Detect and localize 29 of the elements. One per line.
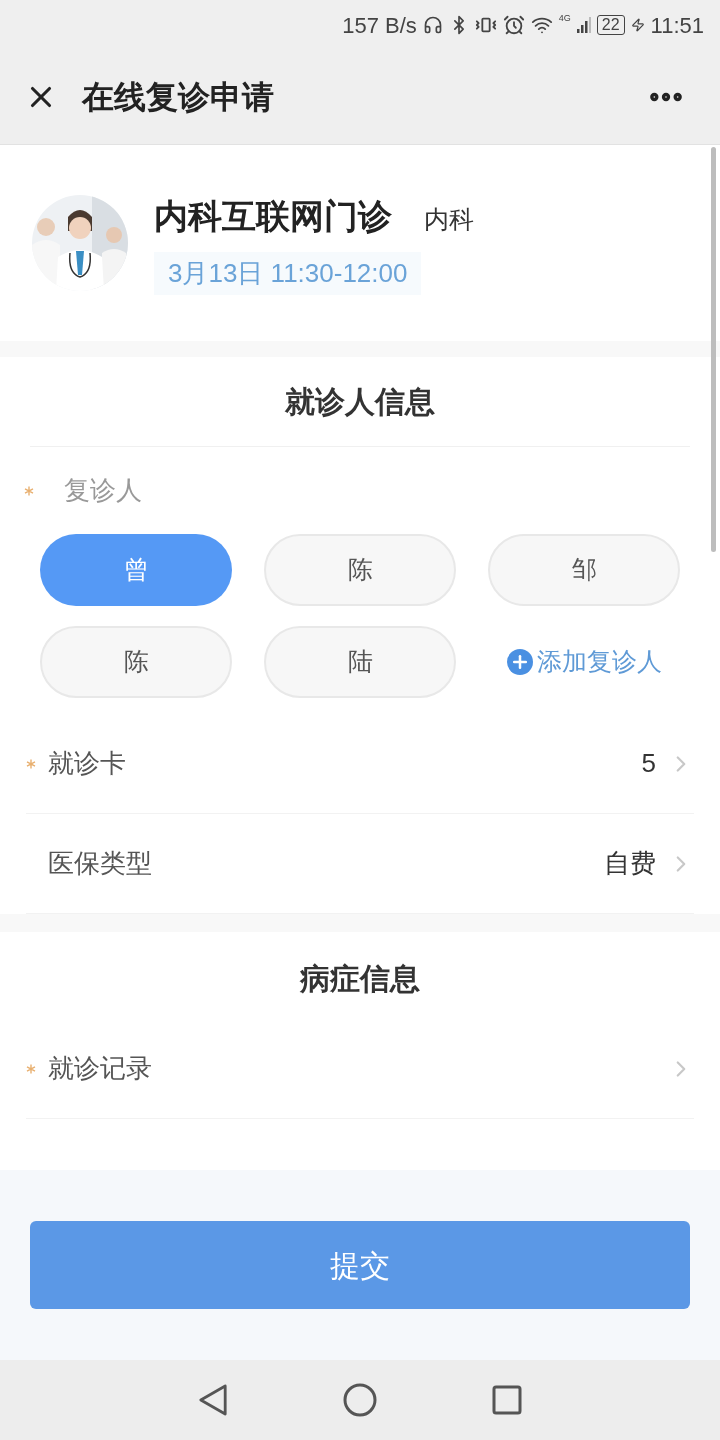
row-label: 就诊记录 (48, 1052, 152, 1085)
patient-chip[interactable]: 陈 (264, 534, 456, 606)
clinic-name: 内科互联网门诊 (154, 196, 392, 237)
field-label: 复诊人 (64, 474, 142, 507)
back-icon[interactable] (197, 1383, 228, 1417)
section-title: 就诊人信息 (285, 384, 435, 420)
section-title: 病症信息 (300, 961, 420, 997)
row-value: 自费 (604, 847, 656, 880)
network-type: 4G (558, 12, 571, 25)
row-value: 5 (641, 747, 656, 780)
headphones-icon (422, 15, 443, 35)
appointment-time: 3月13日 11:30-12:00 (154, 252, 422, 295)
row-label: 医保类型 (48, 847, 152, 880)
charging-icon (630, 18, 645, 32)
network-speed: 157 B/s (342, 11, 417, 40)
patient-chip[interactable]: 陈 (40, 626, 232, 698)
alarm-icon (502, 14, 525, 36)
plus-icon (506, 649, 533, 675)
clock: 11:51 (650, 11, 704, 40)
page-title: 在线复诊申请 (82, 78, 274, 117)
department: 内科 (424, 204, 474, 235)
home-icon[interactable] (343, 1383, 377, 1417)
battery-level: 22 (596, 15, 625, 35)
patient-chip[interactable]: 陆 (264, 626, 456, 698)
signal-icon (576, 17, 591, 33)
row-label: 就诊卡 (48, 747, 126, 780)
recents-icon[interactable] (492, 1385, 523, 1415)
patient-chip[interactable]: 邹 (488, 534, 680, 606)
scrollbar[interactable] (711, 147, 716, 552)
